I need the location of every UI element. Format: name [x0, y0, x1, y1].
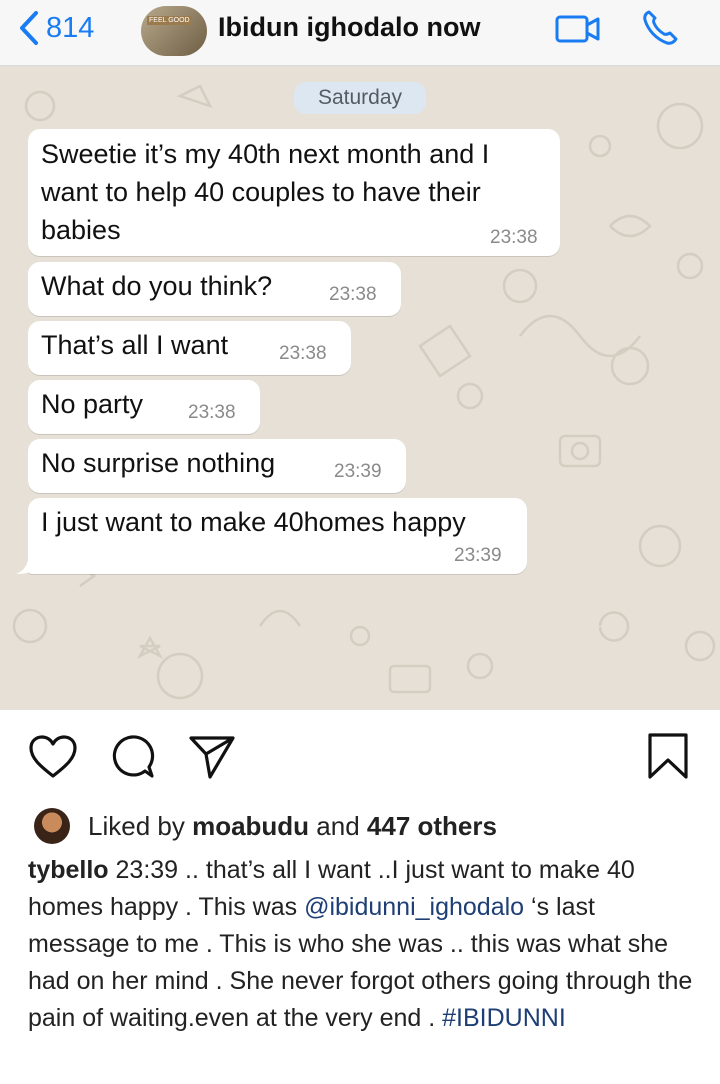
message-bubble[interactable]: No surprise nothing 23:39: [28, 439, 406, 493]
message-time: 23:38: [188, 402, 236, 423]
message-time: 23:38: [279, 343, 327, 364]
contact-avatar[interactable]: FEEL GOOD: [141, 6, 207, 56]
message-text: That’s all I want: [41, 330, 229, 360]
bookmark-icon[interactable]: [646, 732, 690, 780]
message-bubble[interactable]: Sweetie it’s my 40th next month and I wa…: [28, 129, 560, 256]
liked-and: and: [309, 810, 367, 841]
message-time: 23:39: [334, 461, 382, 482]
message-line: Sweetie it’s my 40th next month and I: [41, 139, 490, 169]
paper-plane-icon[interactable]: [188, 734, 236, 780]
message-time: 23:39: [454, 545, 502, 566]
chat-header: 814 FEEL GOOD Ibidun ighodalo now: [0, 0, 720, 66]
message-line: want to help 40 couples to have their: [41, 177, 481, 207]
likes-count[interactable]: 447 others: [367, 811, 497, 841]
contact-name[interactable]: Ibidun ighodalo now: [218, 12, 480, 43]
message-time: 23:38: [329, 284, 377, 305]
caption-hashtag[interactable]: #IBIDUNNI: [442, 1004, 566, 1032]
chevron-left-icon: [20, 11, 38, 45]
likes-row[interactable]: Liked by moabudu and 447 others: [34, 806, 497, 846]
date-separator: Saturday: [294, 82, 426, 114]
comment-bubble-icon[interactable]: [109, 734, 155, 780]
message-text: No surprise nothing: [41, 448, 276, 478]
liker-avatar[interactable]: [34, 808, 70, 844]
post-footer: Liked by moabudu and 447 others tybello …: [0, 710, 720, 1084]
message-bubble[interactable]: No party 23:38: [28, 380, 260, 434]
liked-username[interactable]: moabudu: [192, 811, 309, 841]
message-bubble[interactable]: I just want to make 40homes happy 23:39: [28, 498, 527, 574]
video-camera-icon[interactable]: [554, 12, 602, 46]
unread-count: 814: [46, 11, 95, 44]
caption-username[interactable]: tybello: [28, 856, 109, 884]
post-caption: tybello 23:39 .. that’s all I want ..I j…: [28, 852, 696, 1037]
bubble-tail: [16, 554, 40, 574]
message-text: What do you think?: [41, 271, 273, 301]
back-button[interactable]: 814: [18, 8, 94, 48]
likes-text: Liked by moabudu and 447 others: [88, 811, 497, 842]
message-text: Sweetie it’s my 40th next month and I wa…: [41, 135, 489, 249]
message-bubble[interactable]: What do you think? 23:38: [28, 262, 401, 316]
heart-icon[interactable]: [28, 734, 78, 780]
message-text: I just want to make 40homes happy: [41, 507, 466, 537]
phone-icon[interactable]: [640, 8, 680, 48]
avatar-tag: FEEL GOOD: [147, 16, 192, 25]
caption-mention[interactable]: @ibidunni_ighodalo: [304, 893, 524, 921]
message-bubble[interactable]: That’s all I want 23:38: [28, 321, 351, 375]
chat-area[interactable]: Saturday Sweetie it’s my 40th next month…: [0, 66, 720, 710]
message-line: babies: [41, 215, 121, 245]
liked-prefix: Liked by: [88, 810, 193, 841]
message-text: No party: [41, 389, 144, 419]
message-time: 23:38: [490, 227, 538, 248]
